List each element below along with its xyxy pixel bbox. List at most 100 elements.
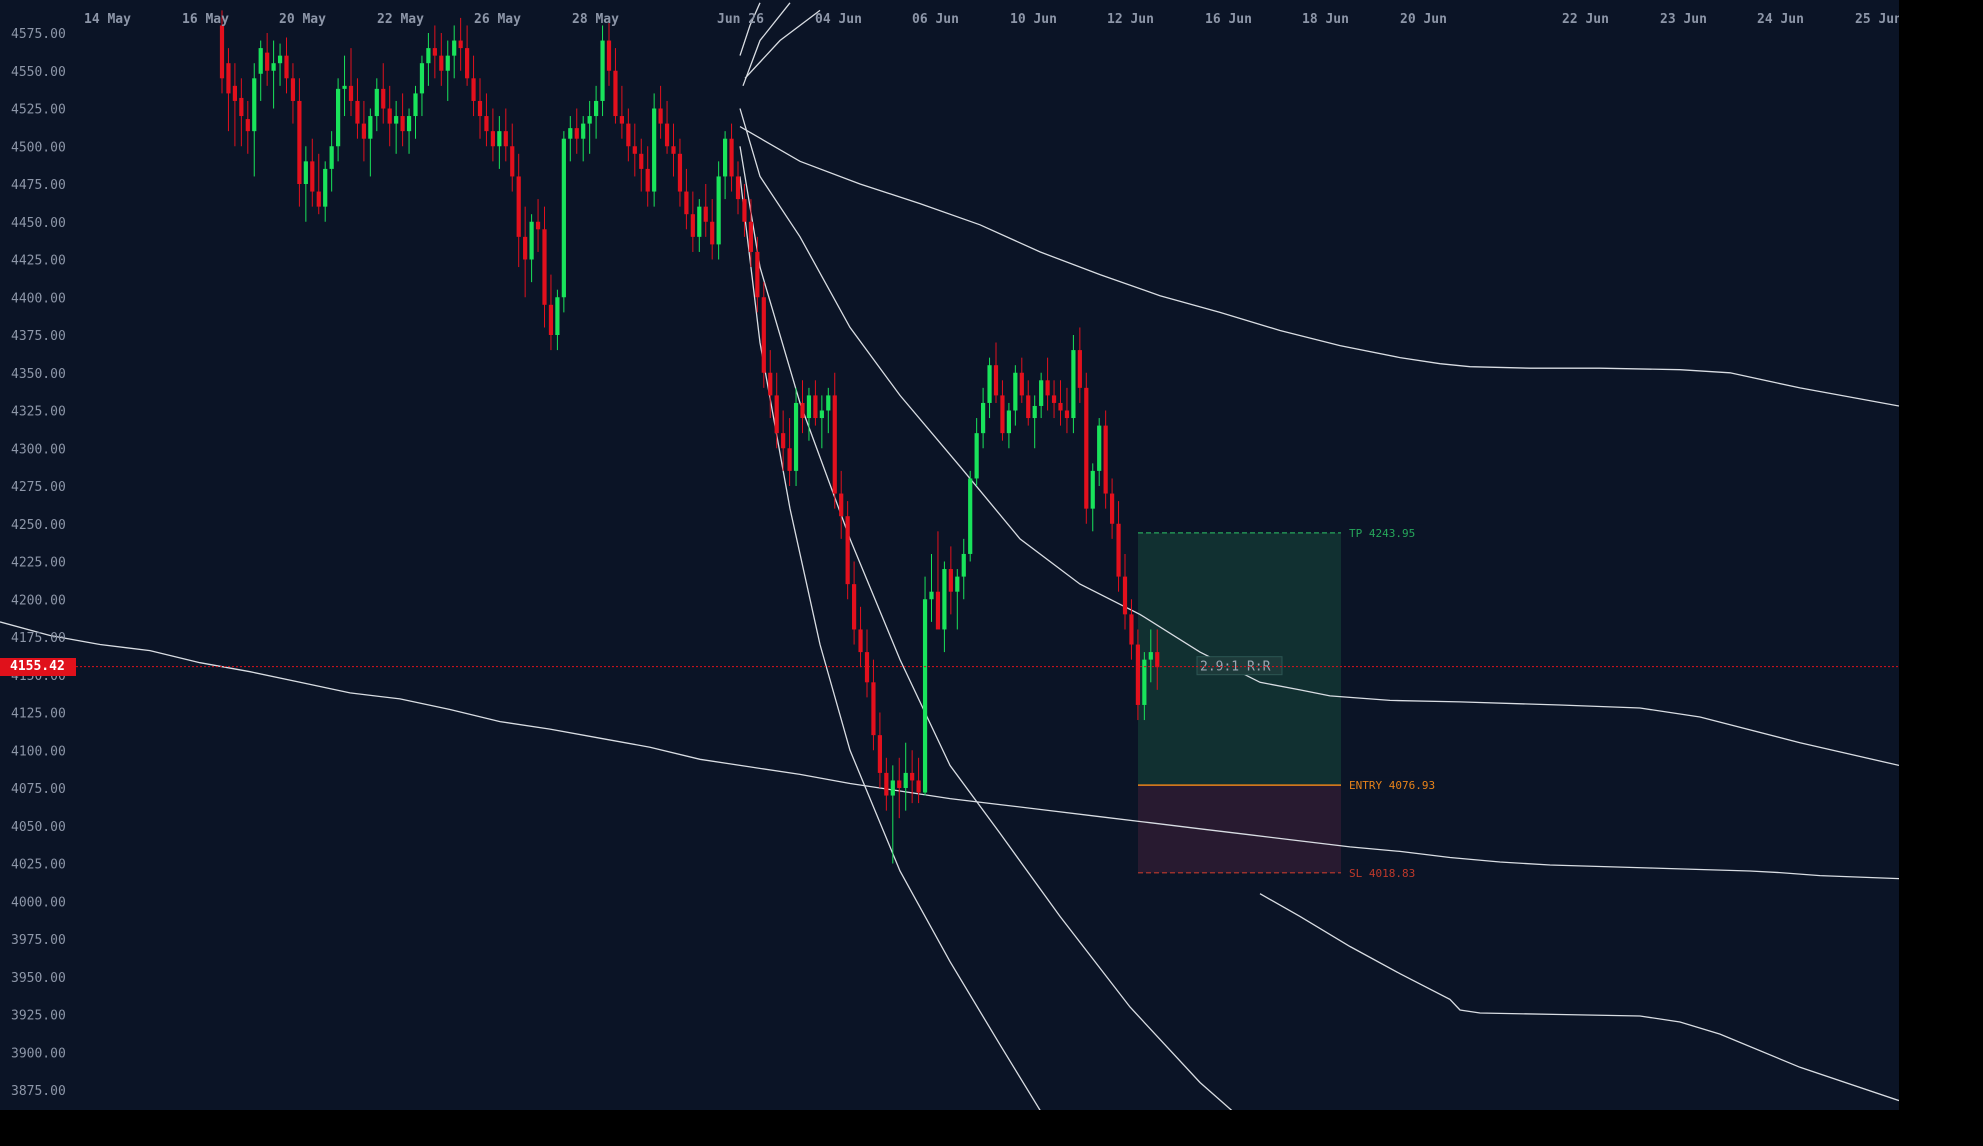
candle-body [581, 123, 586, 139]
candle-body [677, 153, 683, 192]
candle-body [432, 48, 437, 56]
candle-body [355, 100, 360, 124]
candle-body [729, 138, 734, 177]
candle-body [755, 251, 760, 298]
candle-body [1045, 380, 1050, 396]
stop-loss-label: SL 4018.83 [1349, 867, 1415, 880]
candle-body [336, 88, 341, 147]
candle-body [368, 116, 373, 139]
y-tick-label: 4325.00 [11, 405, 66, 420]
candle-body [632, 146, 637, 154]
candle-body [690, 214, 695, 237]
y-tick-label: 4575.00 [11, 27, 66, 42]
y-tick-label: 4100.00 [11, 744, 66, 759]
candle-body [452, 40, 457, 56]
y-tick-label: 4400.00 [11, 291, 66, 306]
candle-body [710, 221, 715, 245]
x-tick-label: 22 May [377, 12, 424, 27]
candle-body [903, 772, 908, 788]
y-tick-label: 4350.00 [11, 367, 66, 382]
candle-body [516, 176, 521, 237]
candle-body [594, 100, 599, 117]
y-tick-label: 4450.00 [11, 216, 66, 231]
candle-body [987, 365, 992, 403]
candle-body [877, 735, 882, 773]
candle-body [1103, 425, 1108, 494]
candle-body [955, 576, 960, 592]
y-tick-label: 4075.00 [11, 782, 66, 797]
y-tick-label: 4250.00 [11, 518, 66, 533]
candle-body [761, 297, 766, 373]
x-tick-label: 06 Jun [912, 12, 959, 27]
candle-body [1013, 372, 1018, 411]
candle-body [890, 780, 895, 796]
y-tick-label: 4475.00 [11, 178, 66, 193]
candle-body [897, 780, 902, 788]
candle-body [419, 63, 425, 94]
candle-body [535, 221, 541, 230]
trade-box-layer [1138, 532, 1341, 873]
x-tick-label: 22 Jun [1562, 12, 1609, 27]
candle-body [916, 780, 921, 793]
candle-body [716, 176, 721, 245]
current-price-tag: 4155.42 [0, 657, 76, 676]
x-tick-label: 18 Jun [1302, 12, 1349, 27]
y-tick-label: 3925.00 [11, 1009, 66, 1024]
candle-body [555, 297, 560, 335]
candle-body [910, 772, 915, 781]
candle-body [1110, 493, 1115, 524]
candle-body [232, 85, 237, 101]
candle-body [1039, 380, 1044, 406]
candle-body [1019, 372, 1024, 396]
candle-body [342, 85, 347, 89]
y-tick-label: 4375.00 [11, 329, 66, 344]
candle-body [884, 772, 889, 796]
candle-body [361, 123, 366, 139]
x-tick-label: 12 Jun [1107, 12, 1154, 27]
candle-body [935, 591, 941, 630]
candle-body [845, 516, 850, 585]
y-tick-label: 3875.00 [11, 1084, 66, 1099]
candle-body [1097, 425, 1102, 471]
y-tick-label: 4500.00 [11, 140, 66, 155]
candle-body [523, 236, 528, 260]
candle-body [600, 40, 605, 101]
loss-zone-box [1138, 785, 1341, 873]
candle-body [671, 146, 676, 154]
y-tick-label: 4300.00 [11, 442, 66, 457]
price-chart-svg[interactable]: TP 4243.95 ENTRY 4076.93 SL 4018.83 2.9:1 R… [0, 0, 1899, 1110]
candle-body [774, 395, 779, 434]
x-tick-label: 23 Jun [1660, 12, 1707, 27]
candle-body [542, 229, 547, 305]
candle-body [1155, 652, 1160, 668]
candle-body [426, 48, 431, 64]
candle-body [942, 569, 947, 630]
candle-body [387, 108, 392, 124]
candle-body [626, 123, 631, 147]
candle-body [445, 55, 450, 71]
x-tick-label: 20 May [279, 12, 326, 27]
y-tick-label: 3975.00 [11, 933, 66, 948]
candle-body [503, 131, 508, 147]
overlay-lines-layer [0, 2, 1899, 1110]
candle-body [484, 116, 489, 132]
x-tick-label: 25 Jun [1855, 12, 1899, 27]
candle-body [1148, 652, 1153, 660]
candle-body [310, 161, 315, 192]
candle-body [574, 128, 579, 139]
candle-body [1129, 614, 1134, 645]
candle-body [471, 78, 476, 101]
y-tick-label: 4025.00 [11, 858, 66, 873]
candle-body [742, 199, 747, 222]
candle-body [852, 584, 857, 630]
candle-body [723, 138, 728, 177]
y-tick-label: 4550.00 [11, 65, 66, 80]
candle-body [697, 206, 702, 237]
x-axis: 14 May 16 May 20 May 22 May 26 May 28 May Jun … [84, 12, 1899, 27]
candle-body [658, 108, 663, 124]
y-tick-label: 4425.00 [11, 254, 66, 269]
candle-body [587, 116, 592, 124]
candle-body [948, 569, 953, 592]
y-axis: 3875.00 3900.00 3925.00 3950.00 3975.00 4000.… [11, 27, 66, 1099]
chart-panel[interactable]: TP 4243.95 ENTRY 4076.93 SL 4018.83 2.9:1 R… [0, 0, 1899, 1110]
